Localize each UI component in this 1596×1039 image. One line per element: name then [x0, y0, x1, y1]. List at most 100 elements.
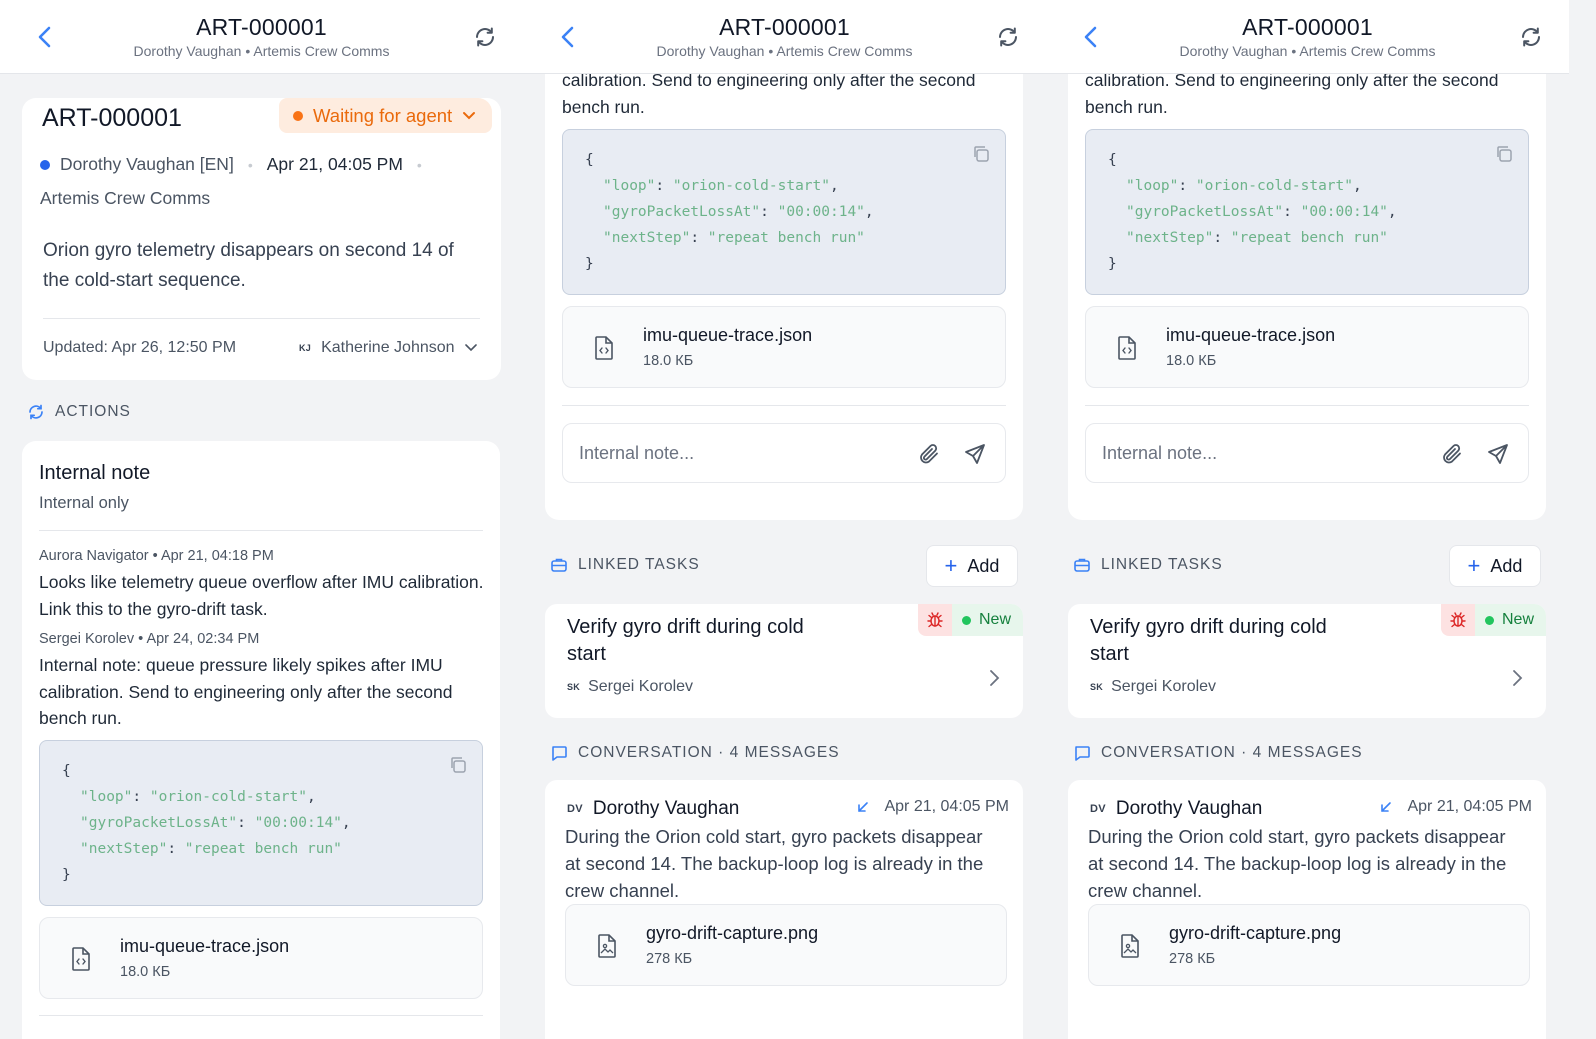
conversation-label: CONVERSATION · 4 MESSAGES [1101, 744, 1363, 761]
separator-dot: • [416, 156, 422, 173]
attachment-name: imu-queue-trace.json [643, 325, 813, 345]
attachment-card[interactable]: gyro-drift-capture.png 278 КБ [1088, 904, 1530, 986]
attachment-card[interactable]: imu-queue-trace.json 18.0 КБ [39, 917, 483, 999]
internal-note-input[interactable] [579, 438, 899, 468]
copy-icon[interactable] [448, 755, 468, 775]
code-key: "nextStep" [80, 841, 168, 857]
code-close-brace: } [1108, 256, 1117, 272]
separator-dot: • [247, 156, 253, 173]
refresh-icon[interactable] [473, 25, 497, 49]
message-header: DV Dorothy Vaughan [1090, 798, 1262, 820]
divider [43, 318, 480, 319]
code-close-brace: } [62, 867, 71, 883]
note-text-line: Internal note: queue pressure likely spi… [39, 655, 443, 675]
code-line: "gyroPacketLossAt": "00:00:14", [1126, 204, 1397, 220]
updated-time: Updated: Apr 26, 12:50 PM [43, 339, 237, 356]
attachment-size: 18.0 КБ [120, 964, 171, 980]
message-timestamp: Apr 21, 04:05 PM [1407, 798, 1532, 815]
internal-note-card: calibration. Send to engineering only af… [545, 20, 1023, 520]
task-badges: New [917, 604, 1023, 636]
briefcase-icon [1074, 558, 1090, 572]
attachment-size: 278 КБ [646, 951, 693, 967]
attachment-card[interactable]: gyro-drift-capture.png 278 КБ [565, 904, 1007, 986]
file-image-icon [598, 934, 616, 958]
conversation-section-label: CONVERSATION · 4 MESSAGES [1073, 744, 1363, 762]
file-code-icon [595, 336, 613, 360]
plus-icon: + [944, 553, 958, 578]
status-badge: New [951, 604, 1023, 636]
actions-label: ACTIONS [55, 403, 131, 420]
note-entry-meta: Aurora Navigator • Apr 21, 04:18 PM [39, 548, 274, 564]
status-dropdown[interactable]: Waiting for agent [279, 98, 493, 133]
code-snippet: { "loop": "orion-cold-start", "gyroPacke… [39, 740, 483, 906]
code-value: "repeat bench run" [1230, 230, 1388, 246]
refresh-icon[interactable] [996, 25, 1020, 49]
divider [39, 530, 483, 531]
chevron-right-icon [1513, 670, 1523, 686]
code-key: "loop" [1126, 178, 1179, 194]
message-text-line: During the Orion cold start, gyro packet… [565, 826, 983, 847]
code-line: "loop": "orion-cold-start", [1126, 178, 1362, 194]
internal-note-card: calibration. Send to engineering only af… [1068, 20, 1546, 520]
file-image-icon [1121, 934, 1139, 958]
ticket-id: ART-000001 [42, 104, 182, 132]
created-date: Apr 21, 04:05 PM [266, 154, 403, 174]
paperclip-icon[interactable] [917, 442, 941, 466]
assignee-dropdown[interactable]: KJ Katherine Johnson [299, 339, 477, 357]
code-open-brace: { [585, 152, 594, 168]
send-icon[interactable] [963, 442, 987, 466]
attachment-card[interactable]: imu-queue-trace.json 18.0 КБ [562, 306, 1006, 388]
message-text: During the Orion cold start, gyro packet… [1088, 823, 1528, 904]
arrow-down-left-icon [1381, 802, 1392, 812]
ticket-summary-card: ART-000001 Waiting for agent Dorothy Vau… [22, 98, 501, 380]
channel-name: Artemis Crew Comms [40, 188, 211, 208]
page-title: ART-000001 [196, 14, 327, 40]
refresh-icon[interactable] [1519, 25, 1543, 49]
copy-icon[interactable] [1494, 144, 1514, 164]
message-time: Apr 21, 04:05 PM [856, 798, 1009, 816]
code-sep: , [1387, 204, 1397, 220]
ticket-panel-1: ART-000001 Dorothy Vaughan • Artemis Cre… [0, 0, 523, 1039]
task-title-line: Verify gyro drift during cold [567, 616, 804, 638]
conversation-section-label: CONVERSATION · 4 MESSAGES [550, 744, 840, 762]
attachment-card[interactable]: imu-queue-trace.json 18.0 КБ [1085, 306, 1529, 388]
linked-tasks-label: LINKED TASKS [578, 556, 700, 573]
bug-icon [1440, 604, 1475, 636]
add-label: Add [1490, 555, 1523, 576]
arrow-down-left-icon [858, 802, 869, 812]
note-entry-meta: Sergei Korolev • Apr 24, 02:34 PM [39, 631, 260, 647]
message-text-line: crew channel. [1088, 880, 1203, 901]
attachment-name: imu-queue-trace.json [1166, 325, 1336, 345]
linked-task-card[interactable]: Verify gyro drift during cold start New … [1068, 604, 1546, 718]
add-task-button[interactable]: + Add [926, 545, 1018, 587]
task-title-line: Verify gyro drift during cold [1090, 616, 1327, 638]
bug-icon [917, 604, 952, 636]
code-value: "orion-cold-start" [1195, 178, 1353, 194]
message-text-line: at second 14. The backup-loop log is alr… [565, 853, 984, 874]
code-value: "00:00:14" [254, 815, 342, 831]
note-text-line: Link this to the gyro-drift task. [39, 598, 268, 619]
assignee-avatar: SK [1090, 682, 1104, 692]
send-icon[interactable] [1486, 442, 1510, 466]
note-text-line: Looks like telemetry queue overflow afte… [39, 572, 484, 592]
linked-task-card[interactable]: Verify gyro drift during cold start New … [545, 604, 1023, 718]
code-value: "repeat bench run" [707, 230, 865, 246]
code-sep: , [830, 178, 839, 194]
note-text-line: bench run. [562, 96, 645, 117]
divider [562, 405, 1006, 406]
code-sep: , [307, 789, 316, 805]
internal-note-input[interactable] [1102, 438, 1422, 468]
copy-icon[interactable] [971, 144, 991, 164]
top-bar: ART-000001 Dorothy Vaughan • Artemis Cre… [0, 0, 523, 74]
assignee-avatar: SK [567, 682, 581, 692]
code-value: "00:00:14" [1300, 204, 1388, 220]
ticket-description: Orion gyro telemetry disappears on secon… [43, 240, 454, 291]
code-line: "gyroPacketLossAt": "00:00:14", [603, 204, 874, 220]
code-snippet: { "loop": "orion-cold-start", "gyroPacke… [562, 129, 1006, 295]
message-header: DV Dorothy Vaughan [567, 798, 739, 820]
add-task-button[interactable]: + Add [1449, 545, 1541, 587]
linked-tasks-section-label: LINKED TASKS [550, 556, 700, 574]
paperclip-icon[interactable] [1440, 442, 1464, 466]
page-subtitle: Dorothy Vaughan • Artemis Crew Comms [1179, 43, 1436, 59]
page-subtitle: Dorothy Vaughan • Artemis Crew Comms [133, 43, 390, 59]
